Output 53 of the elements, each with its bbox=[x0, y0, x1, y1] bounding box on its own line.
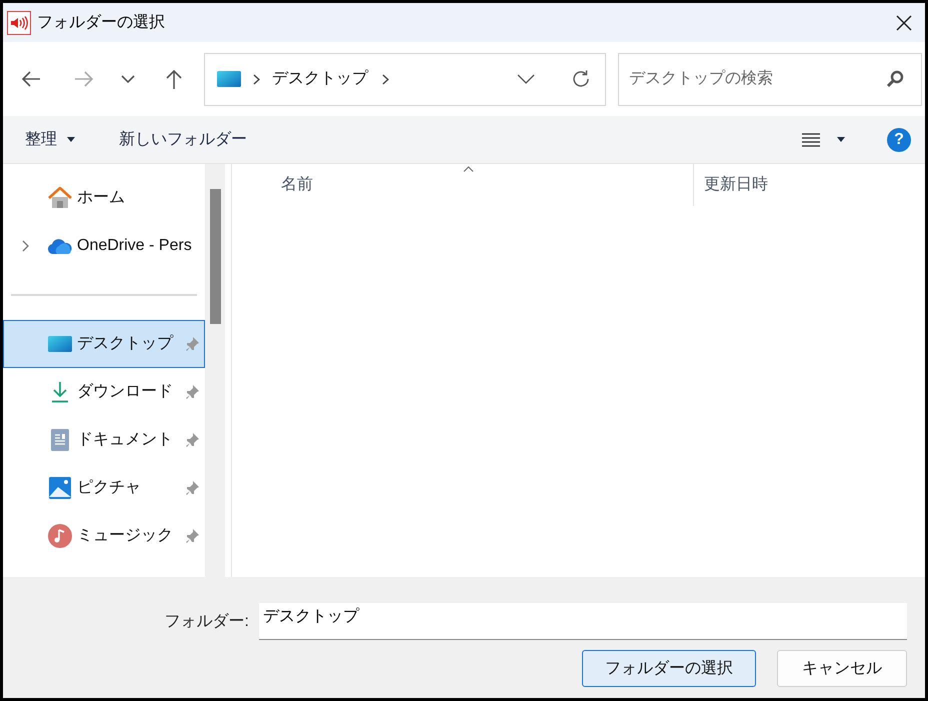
back-arrow-icon[interactable] bbox=[21, 69, 41, 89]
expand-chevron-icon[interactable] bbox=[22, 240, 29, 252]
sidebar-item-label: ミュージック bbox=[77, 526, 174, 546]
sidebar-item-label: ホーム bbox=[77, 188, 126, 208]
pin-icon[interactable] bbox=[184, 384, 200, 400]
speaker-icon bbox=[7, 10, 31, 34]
sidebar-item[interactable]: ミュージック bbox=[3, 512, 205, 560]
home-icon bbox=[47, 187, 73, 209]
sidebar-item-label: ダウンロード bbox=[77, 382, 174, 402]
pin-icon[interactable] bbox=[184, 528, 200, 544]
organize-menu-button[interactable]: 整理 bbox=[25, 128, 75, 152]
cloud-icon bbox=[47, 238, 73, 254]
folder-name-field[interactable]: デスクトップ bbox=[259, 603, 907, 640]
up-arrow-icon[interactable] bbox=[164, 69, 184, 89]
window-title: フォルダーの選択 bbox=[37, 12, 165, 32]
sidebar-item[interactable]: ピクチャ bbox=[3, 464, 205, 512]
scrollbar[interactable] bbox=[205, 164, 225, 577]
list-view-icon[interactable] bbox=[801, 132, 821, 148]
select-folder-button[interactable]: フォルダーの選択 bbox=[582, 650, 756, 687]
sidebar-item[interactable]: ドキュメント bbox=[3, 416, 205, 464]
new-folder-button[interactable]: 新しいフォルダー bbox=[119, 128, 247, 152]
sidebar-item[interactable]: ホーム bbox=[3, 174, 205, 222]
dropdown-caret-icon[interactable] bbox=[837, 137, 845, 142]
help-button[interactable]: ? bbox=[887, 128, 911, 152]
sidebar-item-label: OneDrive - Pers bbox=[77, 236, 193, 256]
sidebar-item[interactable]: ダウンロード bbox=[3, 368, 205, 416]
sidebar-item-label: ドキュメント bbox=[77, 430, 174, 450]
chevron-right-icon[interactable] bbox=[382, 74, 389, 84]
chevron-right-icon bbox=[253, 74, 260, 84]
close-icon[interactable] bbox=[895, 14, 913, 32]
search-icon[interactable] bbox=[886, 70, 904, 88]
column-header[interactable]: 更新日時 bbox=[694, 164, 925, 206]
desktop-folder-icon bbox=[47, 335, 73, 353]
picture-icon bbox=[47, 477, 73, 499]
search-field[interactable]: デスクトップの検索 bbox=[618, 52, 922, 106]
refresh-icon[interactable] bbox=[571, 69, 591, 89]
pin-icon[interactable] bbox=[184, 480, 200, 496]
dropdown-caret-icon bbox=[67, 137, 75, 142]
chevron-down-icon[interactable] bbox=[517, 74, 535, 84]
sidebar-item-label: ピクチャ bbox=[77, 478, 142, 498]
breadcrumb-item[interactable]: デスクトップ bbox=[272, 67, 368, 91]
sort-ascending-icon bbox=[462, 166, 474, 172]
sidebar-item[interactable]: デスクトップ bbox=[3, 320, 205, 368]
sidebar-item-label: デスクトップ bbox=[77, 334, 174, 354]
pin-icon[interactable] bbox=[184, 432, 200, 448]
music-note-icon bbox=[47, 524, 73, 548]
address-bar[interactable]: デスクトップ bbox=[204, 52, 606, 106]
desktop-folder-icon bbox=[217, 70, 241, 88]
scrollbar-thumb[interactable] bbox=[210, 189, 220, 324]
sidebar-item[interactable]: OneDrive - Pers bbox=[3, 222, 205, 270]
cancel-button[interactable]: キャンセル bbox=[777, 650, 907, 687]
folder-label: フォルダー: bbox=[164, 612, 249, 632]
column-header[interactable]: 名前 bbox=[232, 164, 694, 206]
